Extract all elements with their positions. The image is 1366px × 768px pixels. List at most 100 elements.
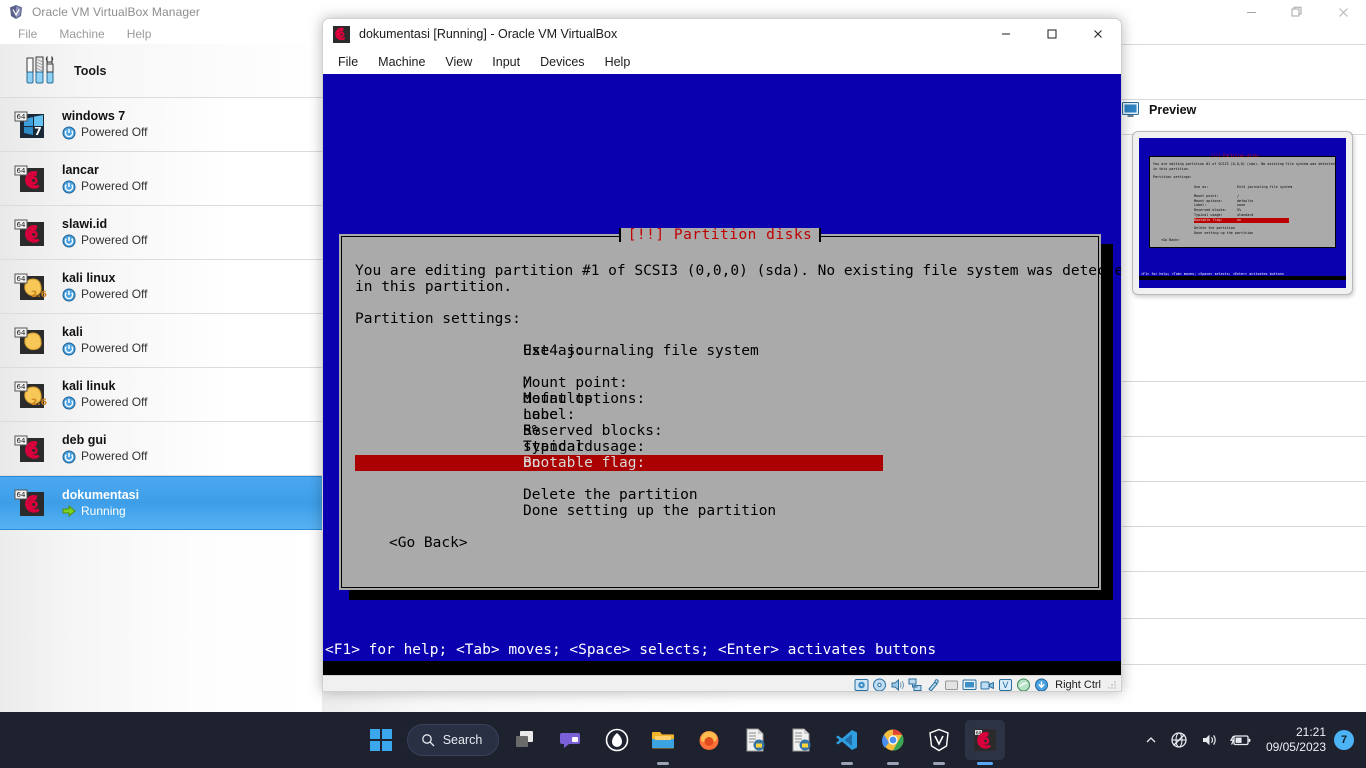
setting-value: none [523, 407, 558, 423]
arc-browser-button[interactable] [597, 720, 637, 760]
menu-help[interactable]: Help [117, 25, 162, 43]
setting-row[interactable]: Bootable flag: on [355, 455, 883, 471]
vm-state-label: Powered Off [81, 233, 148, 247]
virtualization-icon[interactable]: V [998, 678, 1013, 692]
vm-menu-file[interactable]: File [328, 52, 368, 72]
vm-menu-help[interactable]: Help [595, 52, 641, 72]
os-type-icon: 64 [14, 487, 48, 519]
vm-guest-screen[interactable]: [!!] Partition disks You are editing par… [323, 74, 1121, 675]
chrome-button[interactable] [873, 720, 913, 760]
network-icon[interactable] [908, 678, 923, 692]
setting-row[interactable]: Mount options: defaults [355, 391, 1085, 407]
hard-disk-icon[interactable] [854, 678, 869, 692]
go-back-button[interactable]: <Go Back> [355, 535, 1085, 551]
setting-key: Use as: [523, 343, 585, 359]
shared-folders-icon[interactable] [944, 678, 959, 692]
vm-menu-machine[interactable]: Machine [368, 52, 435, 72]
powered-off-icon [62, 126, 76, 140]
keyboard-icon[interactable] [1034, 678, 1049, 691]
svg-text:2.6: 2.6 [31, 290, 47, 300]
audio-icon[interactable] [890, 678, 905, 692]
vm-state: Powered Off [62, 395, 147, 410]
vm-minimize-button[interactable] [983, 19, 1029, 49]
svg-text:2.6: 2.6 [31, 398, 47, 408]
volume-icon[interactable] [1194, 720, 1224, 760]
vm-name: slawi.id [62, 217, 108, 231]
system-tray: 21:21 09/05/2023 7 [1138, 712, 1366, 768]
manager-close-button[interactable] [1320, 0, 1366, 24]
show-hidden-icons-button[interactable] [1138, 720, 1164, 760]
setting-row[interactable]: Label: none [355, 407, 1085, 423]
clock[interactable]: 21:21 09/05/2023 [1258, 725, 1334, 755]
setting-row[interactable]: Reserved blocks: 5% [355, 423, 1085, 439]
search-box[interactable]: Search [406, 724, 500, 756]
vm-window-button[interactable]: 64 [965, 720, 1006, 760]
vm-list-item[interactable]: 64 deb gui Powered Off [0, 422, 322, 476]
setting-row-use-as[interactable]: Use as: Ext4 journaling file system [355, 343, 1085, 359]
virtualbox-logo-icon [8, 4, 24, 20]
vm-preview-thumbnail[interactable]: [!!] Partition disks You are editing par… [1132, 131, 1353, 295]
done-setting-up-action[interactable]: Done setting up the partition [523, 503, 1085, 519]
screen-bottom-bar [323, 661, 1121, 675]
os-type-icon: 64 [14, 163, 48, 195]
vm-list-item[interactable]: 7 64 windows 7 Powered Off [0, 98, 322, 152]
manager-restore-button[interactable] [1274, 0, 1320, 24]
manager-minimize-button[interactable] [1228, 0, 1274, 24]
sidebar-item-tools[interactable]: Tools [0, 44, 322, 98]
vscode-button[interactable] [827, 720, 867, 760]
powered-off-icon [62, 234, 76, 248]
os-type-icon: 64 [14, 217, 48, 249]
network-disconnected-icon[interactable] [1164, 720, 1194, 760]
vm-state-label: Powered Off [81, 125, 148, 139]
notification-badge[interactable]: 7 [1334, 730, 1354, 750]
vm-state: Running [62, 504, 139, 519]
setting-value: standard [523, 439, 593, 455]
start-button[interactable] [361, 720, 401, 760]
vm-list-item[interactable]: 64 kali Powered Off [0, 314, 322, 368]
intro-line-1: You are editing partition #1 of SCSI3 (0… [355, 263, 1121, 279]
svg-text:7: 7 [34, 125, 42, 138]
vm-list-item[interactable]: 64 dokumentasi Running [0, 476, 322, 530]
usb-icon[interactable] [926, 678, 941, 691]
vm-maximize-button[interactable] [1029, 19, 1075, 49]
file-explorer-button[interactable] [643, 720, 683, 760]
vm-menu-view[interactable]: View [435, 52, 482, 72]
resize-grip[interactable] [1108, 680, 1117, 689]
vm-menu-devices[interactable]: Devices [530, 52, 594, 72]
vm-state-label: Running [81, 503, 126, 518]
recording-icon[interactable] [980, 678, 995, 692]
optical-disk-icon[interactable] [872, 678, 887, 691]
powered-off-icon [62, 288, 76, 302]
vm-state-label: Powered Off [81, 179, 148, 193]
display-icon[interactable] [962, 678, 977, 692]
running-icon [62, 504, 76, 518]
preview-screen: [!!] Partition disks You are editing par… [1139, 138, 1346, 288]
vm-list-item[interactable]: 2.6 64 kali linux Powered Off [0, 260, 322, 314]
vm-list-item[interactable]: 2.6 64 kali linuk Powered Off [0, 368, 322, 422]
mouse-icon[interactable] [1016, 678, 1031, 691]
python-file-button-2[interactable] [781, 720, 821, 760]
teams-button[interactable] [551, 720, 591, 760]
delete-partition-action[interactable]: Delete the partition [523, 487, 1085, 503]
menu-file[interactable]: File [8, 25, 47, 43]
python-file-button-1[interactable] [735, 720, 775, 760]
windows-taskbar: Search 64 21:21 09/05/2023 7 [0, 712, 1366, 768]
vm-list-item[interactable]: 64 slawi.id Powered Off [0, 206, 322, 260]
vm-state: Powered Off [62, 125, 147, 140]
tools-icon [22, 53, 58, 89]
menu-machine[interactable]: Machine [49, 25, 114, 43]
intro-line-2: in this partition. [355, 279, 513, 295]
vm-name: dokumentasi [62, 487, 140, 502]
vm-menu-input[interactable]: Input [482, 52, 530, 72]
setting-row[interactable]: Mount point: / [355, 375, 1085, 391]
setting-row[interactable]: Typical usage: standard [355, 439, 1085, 455]
setting-value: defaults [523, 391, 593, 407]
firefox-button[interactable] [689, 720, 729, 760]
vm-list-item[interactable]: 64 lancar Powered Off [0, 152, 322, 206]
manager-window-controls [1228, 0, 1366, 24]
task-view-button[interactable] [505, 720, 545, 760]
battery-charging-icon[interactable] [1224, 720, 1258, 760]
vm-close-button[interactable] [1075, 19, 1121, 49]
preview-label: Preview [1149, 103, 1197, 117]
virtualbox-button[interactable] [919, 720, 959, 760]
